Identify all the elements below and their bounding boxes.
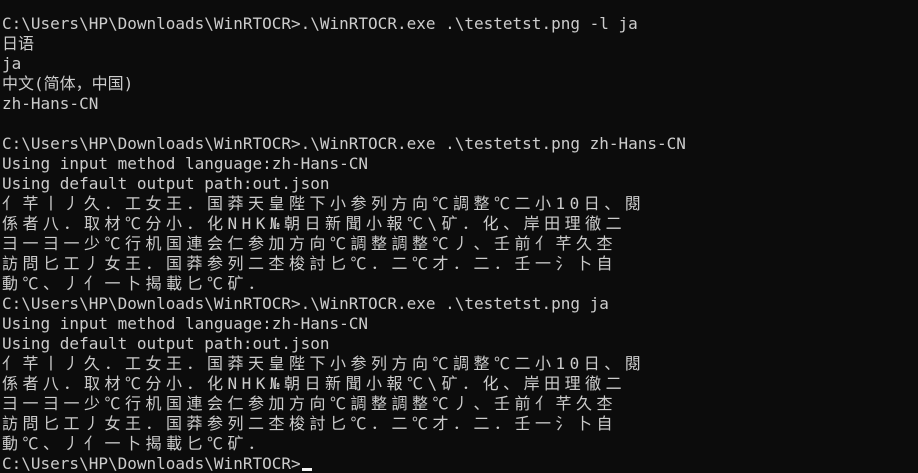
ocr-result-line: 亻芊丨丿久．工女王．国莽天皇陛下小参列方向℃調整℃二小10日、閱 — [2, 354, 646, 373]
ocr-result-line: 動℃、丿亻一卜揭載匕℃矿． — [2, 274, 269, 293]
ocr-result-line: 訪問匕工丿女王．国莽参列二杢梭討匕℃．二℃才．二．壬一氵卜自 — [2, 414, 618, 433]
output-language-name-ja: 日语 — [2, 34, 35, 53]
command-line-3: C:\Users\HP\Downloads\WinRTOCR>.\WinRTOC… — [2, 294, 609, 313]
output-language-name-zh: 中文(简体，中国) — [2, 74, 134, 93]
info-input-language: Using input method language:zh-Hans-CN — [2, 314, 369, 333]
output-language-code-ja: ja — [2, 54, 22, 73]
info-output-path: Using default output path:out.json — [2, 334, 330, 353]
ocr-result-line: 訪問匕工丿女王．国莽参列二杢梭討匕℃．二℃才．二．壬一氵卜自 — [2, 254, 618, 273]
text-cursor — [301, 468, 312, 471]
ocr-result-line: 彐一彐一少℃行机国連会仁参加方向℃調整調整℃丿、壬前亻芊久杢 — [2, 234, 618, 253]
prompt-text: C:\Users\HP\Downloads\WinRTOCR> — [2, 454, 301, 473]
command-line-1: C:\Users\HP\Downloads\WinRTOCR>.\WinRTOC… — [2, 14, 638, 33]
info-output-path: Using default output path:out.json — [2, 174, 330, 193]
ocr-result-line: 係者八．取材℃分小．化NHK№朝日新聞小報℃\矿．化、岸田理徹二 — [2, 374, 627, 393]
ocr-result-line: 動℃、丿亻一卜揭載匕℃矿． — [2, 434, 269, 453]
ocr-result-line: 係者八．取材℃分小．化NHK№朝日新聞小報℃\矿．化、岸田理徹二 — [2, 214, 627, 233]
terminal-output[interactable]: C:\Users\HP\Downloads\WinRTOCR>.\WinRTOC… — [0, 0, 918, 473]
ocr-result-line: 彐一彐一少℃行机国連会仁参加方向℃調整調整℃丿、壬前亻芊久杢 — [2, 394, 618, 413]
info-input-language: Using input method language:zh-Hans-CN — [2, 154, 369, 173]
output-language-code-zh: zh-Hans-CN — [2, 94, 99, 113]
ocr-result-line: 亻芊丨丿久．工女王．国莽天皇陛下小参列方向℃調整℃二小10日、閱 — [2, 194, 646, 213]
command-line-2: C:\Users\HP\Downloads\WinRTOCR>.\WinRTOC… — [2, 134, 686, 153]
prompt-line[interactable]: C:\Users\HP\Downloads\WinRTOCR> — [2, 454, 918, 473]
